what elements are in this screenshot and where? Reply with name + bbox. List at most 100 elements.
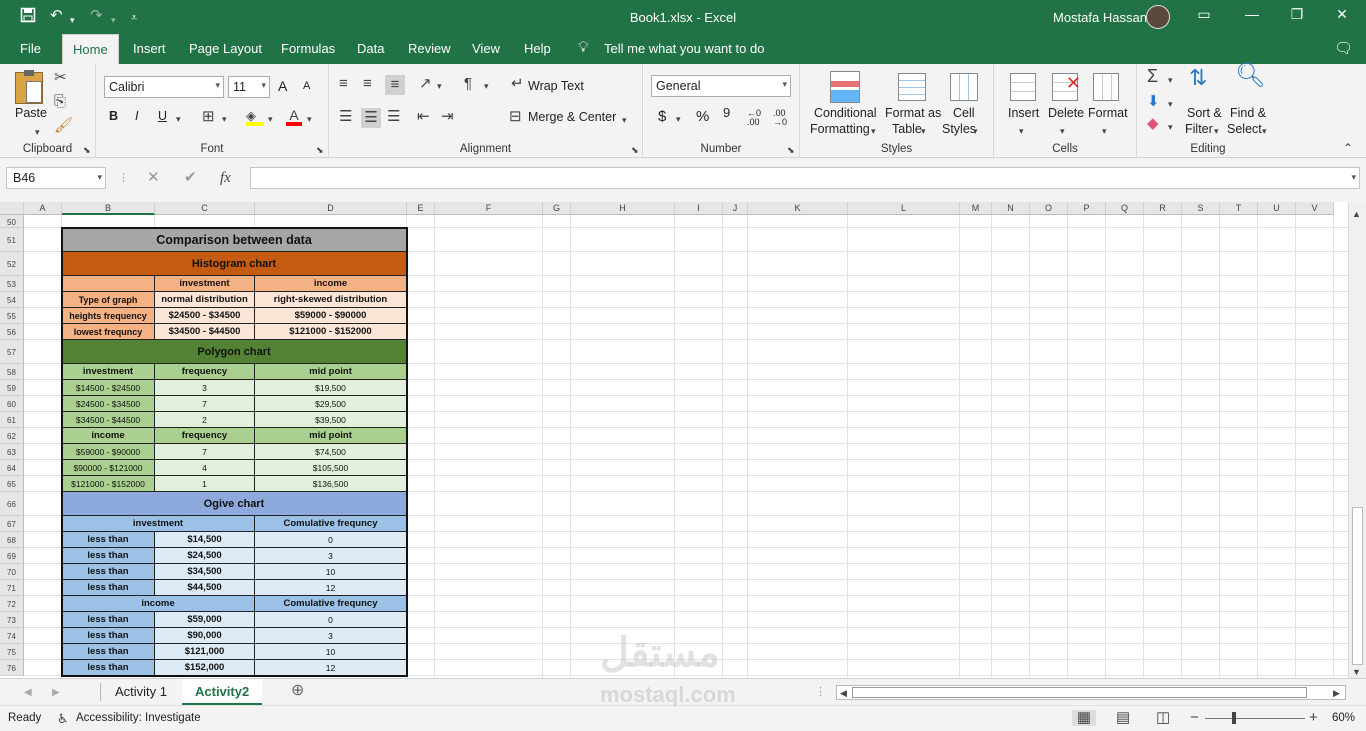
minimize-button[interactable]: —	[1240, 6, 1264, 22]
histogram-row-label[interactable]: lowest frequncy	[62, 324, 155, 340]
orientation-dropdown-icon[interactable]: ▾	[437, 78, 442, 94]
new-sheet-icon[interactable]: ⊕	[291, 683, 304, 699]
delete-button[interactable]: Delete	[1048, 106, 1084, 120]
column-header-i[interactable]: I	[675, 202, 723, 215]
tell-me-search[interactable]: Tell me what you want to do	[604, 41, 764, 56]
scroll-right-icon[interactable]: ▶	[1333, 685, 1340, 701]
polygon-range-cell[interactable]: $24500 - $34500	[62, 396, 155, 412]
sort-filter-line1[interactable]: Sort &	[1187, 106, 1222, 120]
accessibility-icon[interactable]: ♿︎	[57, 711, 69, 727]
format-cells-icon[interactable]	[1093, 73, 1119, 101]
ogive-less-than-cell[interactable]: less than	[62, 532, 155, 548]
ogive-head-cell[interactable]: investment	[62, 516, 255, 532]
column-header-h[interactable]: H	[571, 202, 675, 215]
merge-center-button[interactable]: Merge & Center	[528, 110, 616, 124]
page-layout-view-icon[interactable]: ▤	[1116, 710, 1130, 726]
tab-home[interactable]: Home	[62, 34, 119, 64]
column-header-g[interactable]: G	[543, 202, 571, 215]
fill-color-dropdown-icon[interactable]: ▾	[268, 111, 273, 127]
formula-input[interactable]: ▾	[250, 167, 1360, 189]
autosum-dropdown-icon[interactable]: ▾	[1168, 72, 1173, 88]
merge-center-icon[interactable]: ⊟	[509, 109, 522, 125]
clear-dropdown-icon[interactable]: ▾	[1168, 119, 1173, 135]
polygon-range-cell[interactable]: $34500 - $44500	[62, 412, 155, 428]
polygon-midpoint-cell[interactable]: $136,500	[255, 476, 407, 492]
polygon-head-cell[interactable]: mid point	[255, 364, 407, 380]
ogive-head-cell[interactable]: income	[62, 596, 255, 612]
delete-dropdown-icon[interactable]: ▾	[1060, 123, 1065, 139]
column-header-r[interactable]: R	[1144, 202, 1182, 215]
column-header-l[interactable]: L	[848, 202, 960, 215]
align-left-icon[interactable]: ☰	[339, 109, 352, 125]
find-select-line2[interactable]: Select	[1227, 122, 1262, 136]
ogive-less-than-cell[interactable]: less than	[62, 580, 155, 596]
sort-filter-line2[interactable]: Filter	[1185, 122, 1213, 136]
paste-icon[interactable]	[15, 70, 43, 104]
align-top-icon[interactable]: ≡	[339, 76, 348, 92]
split-handle-icon[interactable]: ⋮	[815, 684, 826, 700]
borders-dropdown-icon[interactable]: ▾	[222, 111, 227, 127]
scroll-left-icon[interactable]: ◀	[840, 685, 847, 701]
row-header-52[interactable]: 52	[0, 252, 24, 276]
maximize-button[interactable]: ❐	[1285, 6, 1309, 23]
zoom-out-icon[interactable]: −	[1190, 710, 1199, 726]
conditional-dropdown-icon[interactable]: ▾	[871, 123, 876, 139]
increase-decimal-button[interactable]: ←0 .00	[747, 109, 771, 127]
bold-button[interactable]: B	[109, 109, 118, 123]
column-header-p[interactable]: P	[1068, 202, 1106, 215]
tab-view[interactable]: View	[472, 41, 500, 56]
row-header-70[interactable]: 70	[0, 564, 24, 580]
polygon-head-cell[interactable]: investment	[62, 364, 155, 380]
horizontal-scrollbar[interactable]: ◀ ▶	[836, 685, 1346, 700]
row-header-67[interactable]: 67	[0, 516, 24, 532]
row-header-73[interactable]: 73	[0, 612, 24, 628]
histogram-income-cell[interactable]: $59000 - $90000	[255, 308, 407, 324]
cancel-icon[interactable]: ✕	[147, 170, 160, 186]
zoom-slider-thumb[interactable]	[1232, 712, 1236, 724]
ogive-cumulative-cell[interactable]: 12	[255, 660, 407, 676]
fill-dropdown-icon[interactable]: ▾	[1168, 96, 1173, 112]
percent-button[interactable]: %	[696, 108, 709, 125]
polygon-header-cell[interactable]: Polygon chart	[62, 340, 407, 364]
sheet-tab-activity-1[interactable]: Activity 1	[102, 679, 180, 705]
ogive-less-than-cell[interactable]: less than	[62, 644, 155, 660]
text-direction-icon[interactable]: ¶	[464, 76, 472, 92]
grow-font-icon[interactable]: A	[278, 78, 287, 94]
ogive-value-cell[interactable]: $152,000	[155, 660, 255, 676]
row-header-66[interactable]: 66	[0, 492, 24, 516]
row-header-68[interactable]: 68	[0, 532, 24, 548]
ogive-less-than-cell[interactable]: less than	[62, 628, 155, 644]
currency-button[interactable]: $	[658, 108, 666, 125]
table-title-cell[interactable]: Comparison between data	[62, 228, 407, 252]
prev-sheet-icon[interactable]: ◀	[24, 685, 32, 701]
h-scroll-thumb[interactable]	[852, 687, 1307, 698]
accessibility-status[interactable]: Accessibility: Investigate	[76, 712, 201, 724]
row-header-63[interactable]: 63	[0, 444, 24, 460]
column-header-m[interactable]: M	[960, 202, 992, 215]
polygon-frequency-cell[interactable]: 3	[155, 380, 255, 396]
tab-review[interactable]: Review	[408, 41, 451, 56]
tab-data[interactable]: Data	[357, 41, 384, 56]
column-header-j[interactable]: J	[723, 202, 748, 215]
text-direction-dropdown-icon[interactable]: ▾	[484, 78, 489, 94]
row-header-51[interactable]: 51	[0, 228, 24, 252]
column-header-n[interactable]: N	[992, 202, 1030, 215]
ogive-value-cell[interactable]: $59,000	[155, 612, 255, 628]
row-header-72[interactable]: 72	[0, 596, 24, 612]
paste-button[interactable]: Paste	[15, 106, 47, 120]
column-header-s[interactable]: S	[1182, 202, 1220, 215]
histogram-header-cell[interactable]: Histogram chart	[62, 252, 407, 276]
scroll-thumb[interactable]	[1352, 507, 1363, 665]
histogram-row-label[interactable]: heights frequency	[62, 308, 155, 324]
vertical-scrollbar[interactable]: ▲ ▼	[1348, 202, 1366, 678]
histogram-investment-cell[interactable]: normal distribution	[155, 292, 255, 308]
cell-styles-icon[interactable]	[950, 73, 978, 101]
ogive-less-than-cell[interactable]: less than	[62, 660, 155, 676]
column-header-v[interactable]: V	[1296, 202, 1334, 215]
polygon-range-cell[interactable]: $59000 - $90000	[62, 444, 155, 460]
underline-dropdown-icon[interactable]: ▾	[176, 111, 181, 127]
format-as-table-icon[interactable]	[898, 73, 926, 101]
column-header-c[interactable]: C	[155, 202, 255, 215]
ogive-value-cell[interactable]: $34,500	[155, 564, 255, 580]
polygon-midpoint-cell[interactable]: $29,500	[255, 396, 407, 412]
